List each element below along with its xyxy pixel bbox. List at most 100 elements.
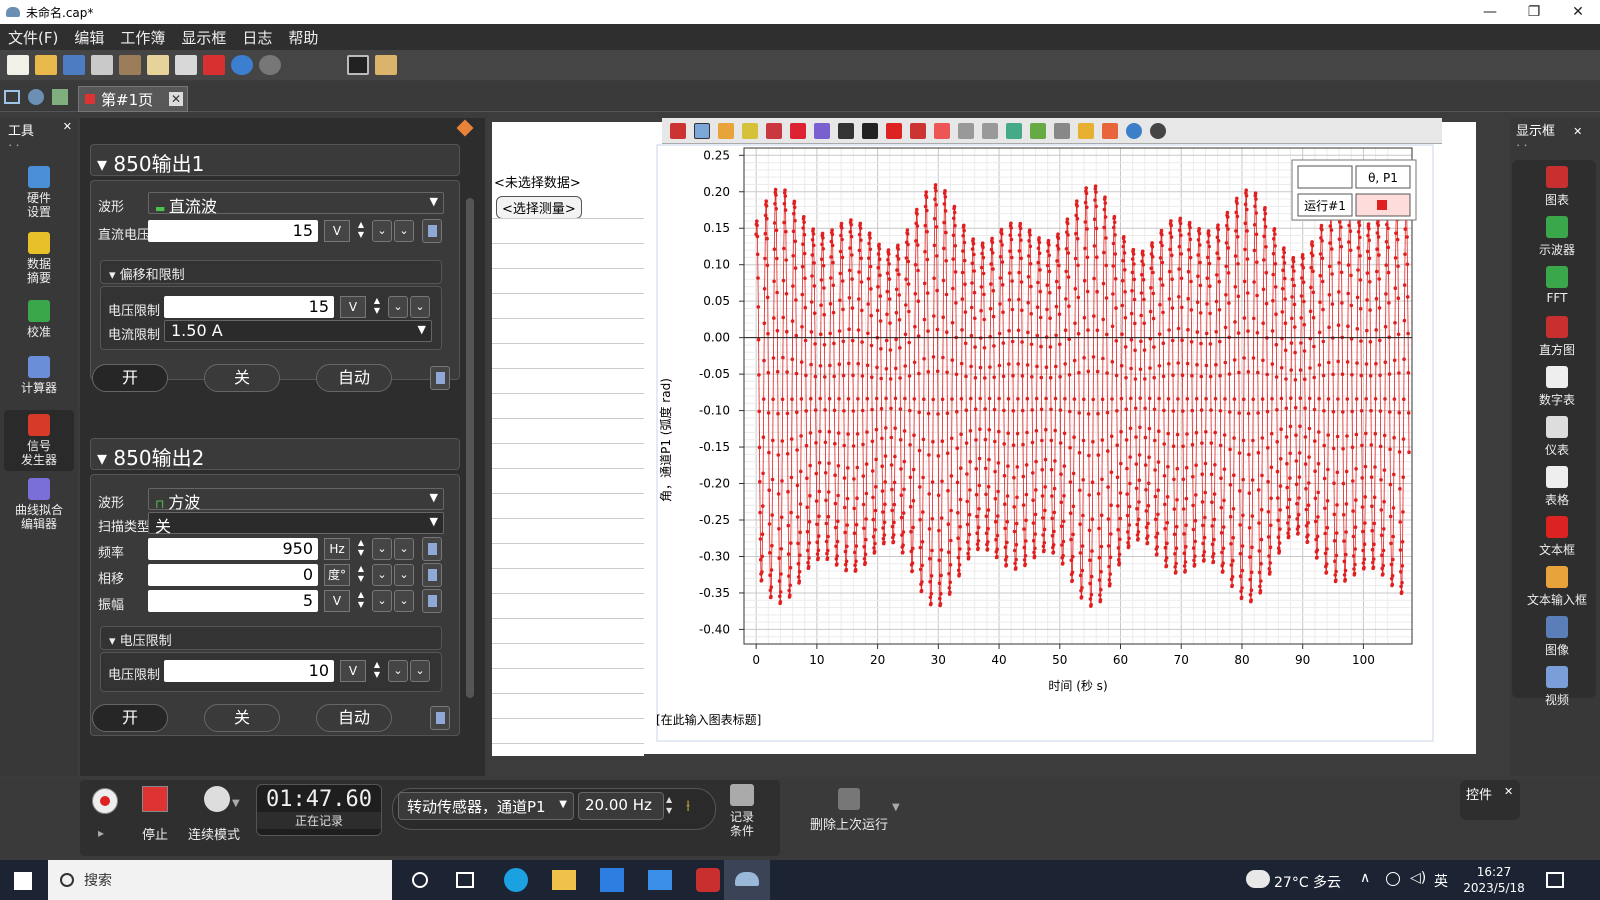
voltage-limit2-unit[interactable]: V xyxy=(340,660,366,682)
coordinates-icon[interactable] xyxy=(838,122,854,139)
frequency-stepper[interactable]: ▲ ▼ xyxy=(354,538,368,560)
voltage-limit-input[interactable]: 15 xyxy=(164,296,334,318)
properties-icon[interactable] xyxy=(1126,122,1142,139)
graph-title-input[interactable]: [在此输入图表标题] xyxy=(656,712,761,727)
task-view-icon[interactable] xyxy=(456,872,474,888)
offset-limits-header[interactable]: ▾ 偏移和限制 xyxy=(100,260,442,284)
stop-label[interactable]: 停止 xyxy=(142,824,168,843)
decrease-icon[interactable]: ⌄ xyxy=(372,590,392,612)
panel-scrollbar[interactable] xyxy=(466,198,474,698)
axis-icon[interactable] xyxy=(958,122,974,139)
save-icon[interactable] xyxy=(63,55,85,75)
tool-hardware-setup[interactable]: 硬件 设置 xyxy=(4,166,74,219)
tab-close-icon[interactable]: ✕ xyxy=(168,92,183,106)
output1-off-button[interactable]: 关 xyxy=(204,364,280,392)
scale-to-fit-icon[interactable] xyxy=(670,122,686,139)
open-icon[interactable] xyxy=(35,55,57,75)
phase-stepper[interactable]: ▲ ▼ xyxy=(354,564,368,586)
recording-conditions-label[interactable]: 记录 条件 xyxy=(730,810,754,838)
increase-icon[interactable]: ⌄ xyxy=(410,296,430,318)
area-icon[interactable] xyxy=(790,122,806,139)
tool-calculator[interactable]: 计算器 xyxy=(4,356,74,395)
display-digits[interactable]: 数字表 xyxy=(1516,366,1598,408)
tab-page-1[interactable]: 第#1页 ✕ xyxy=(78,86,188,112)
calculator-icon[interactable] xyxy=(422,589,442,613)
notification-icon[interactable] xyxy=(1546,872,1564,888)
dc-voltage-stepper[interactable]: ▲ ▼ xyxy=(354,220,368,242)
data-table[interactable]: <未选择数据> <选择测量> xyxy=(492,166,644,756)
minimize-button[interactable]: — xyxy=(1468,0,1512,24)
output1-on-button[interactable]: 开 xyxy=(92,364,168,392)
increase-icon[interactable]: ⌄ xyxy=(394,590,414,612)
copy-icon[interactable] xyxy=(147,55,169,75)
tool-data-summary[interactable]: 数据 摘要 xyxy=(4,232,74,285)
undo-icon[interactable] xyxy=(231,55,253,75)
output1-auto-button[interactable]: 自动 xyxy=(316,364,392,392)
display-text-entry[interactable]: 文本输入框 xyxy=(1516,566,1598,608)
select-measurement-button[interactable]: <选择测量> xyxy=(496,196,582,219)
voltage-limit-header[interactable]: ▾ 电压限制 xyxy=(100,626,442,650)
windows-start-icon[interactable] xyxy=(14,872,32,890)
mode-chevron-icon[interactable]: ▼ xyxy=(232,798,240,809)
delete-last-run-label[interactable]: 删除上次运行 xyxy=(810,814,888,833)
delete-run-chevron-icon[interactable]: ▼ xyxy=(892,802,900,813)
paste-icon[interactable] xyxy=(175,55,197,75)
tray-expand-icon[interactable]: ∧ xyxy=(1360,870,1370,886)
tools-panel-grip[interactable]: ⠄⠄ xyxy=(8,139,70,150)
add-axis-icon[interactable] xyxy=(1030,122,1046,139)
display-fft[interactable]: FFT xyxy=(1516,266,1598,305)
new-icon[interactable] xyxy=(7,55,29,75)
amplitude-input[interactable]: 5 xyxy=(148,590,318,612)
decrease-icon[interactable]: ⌄ xyxy=(372,220,392,242)
slope-icon[interactable] xyxy=(862,122,878,139)
curve-fit-icon[interactable] xyxy=(718,122,734,139)
graph-display[interactable]: 0 10 20 30 40 50 60 70 80 90 1000.250.200.150.100.… xyxy=(656,144,1436,744)
decrease-icon[interactable]: ⌄ xyxy=(372,538,392,560)
waveform2-select[interactable]: ⊓ 方波 ▼ xyxy=(148,488,444,512)
increase-icon[interactable]: ⌄ xyxy=(410,660,430,682)
display-graph[interactable]: 图表 xyxy=(1516,166,1598,208)
trend-icon[interactable] xyxy=(934,122,950,139)
journal-icon[interactable] xyxy=(375,55,397,75)
print-icon[interactable] xyxy=(91,55,113,75)
remove-icon[interactable] xyxy=(1054,122,1070,139)
phase-input[interactable]: 0 xyxy=(148,564,318,586)
voltage-limit-stepper[interactable]: ▲ ▼ xyxy=(370,296,384,318)
dc-voltage-unit[interactable]: V xyxy=(324,220,350,242)
pin-icon[interactable] xyxy=(1102,122,1118,139)
output1-calculator-icon[interactable] xyxy=(430,366,450,390)
ime-indicator[interactable]: 英 xyxy=(1434,871,1448,891)
window-icon[interactable] xyxy=(4,90,20,104)
sensor-select[interactable]: 转动传感器，通道P1 ▼ xyxy=(398,792,574,820)
controls-panel-close-icon[interactable]: ✕ xyxy=(1504,785,1513,798)
layout-icon[interactable] xyxy=(52,89,68,105)
voltage-limit2-input[interactable]: 10 xyxy=(164,660,334,682)
output2-off-button[interactable]: 关 xyxy=(204,704,280,732)
tool-calibration[interactable]: 校准 xyxy=(4,300,74,339)
network-icon[interactable] xyxy=(1386,872,1400,886)
menu-item-0[interactable]: 文件(F) xyxy=(0,27,66,48)
current-limit-select[interactable]: 1.50 A ▼ xyxy=(164,320,432,342)
continuous-mode-icon[interactable] xyxy=(204,786,230,812)
voltage-limit-unit[interactable]: V xyxy=(340,296,366,318)
select-range-icon[interactable] xyxy=(694,122,710,139)
add-plot-icon[interactable] xyxy=(1006,122,1022,139)
stop-icon[interactable] xyxy=(142,786,168,812)
frequency-unit[interactable]: Hz xyxy=(324,538,350,560)
y-axis-label[interactable]: 角，通道P1 (弧度 rad) xyxy=(658,378,673,502)
volume-icon[interactable]: ◁) xyxy=(1410,870,1426,886)
calculator-icon[interactable] xyxy=(422,219,442,243)
delete-run-icon[interactable] xyxy=(838,788,860,810)
tool-signal-generator[interactable]: 信号 发生器 xyxy=(4,410,74,471)
voltage-limit2-stepper[interactable]: ▲ ▼ xyxy=(370,660,384,682)
statistics-icon[interactable] xyxy=(766,122,782,139)
axis2-icon[interactable] xyxy=(982,122,998,139)
maximize-button[interactable]: ❐ xyxy=(1512,0,1556,24)
cortana-icon[interactable] xyxy=(412,872,428,888)
dc-voltage-input[interactable]: 15 xyxy=(148,220,318,242)
sample-rate-input[interactable]: 20.00 Hz xyxy=(578,792,664,820)
menu-item-2[interactable]: 工作簿 xyxy=(112,27,173,48)
tool-curve-fit[interactable]: 曲线拟合 编辑器 xyxy=(4,478,74,531)
continuous-mode-label[interactable]: 连续模式 xyxy=(188,824,240,843)
settings-icon[interactable] xyxy=(28,89,44,105)
